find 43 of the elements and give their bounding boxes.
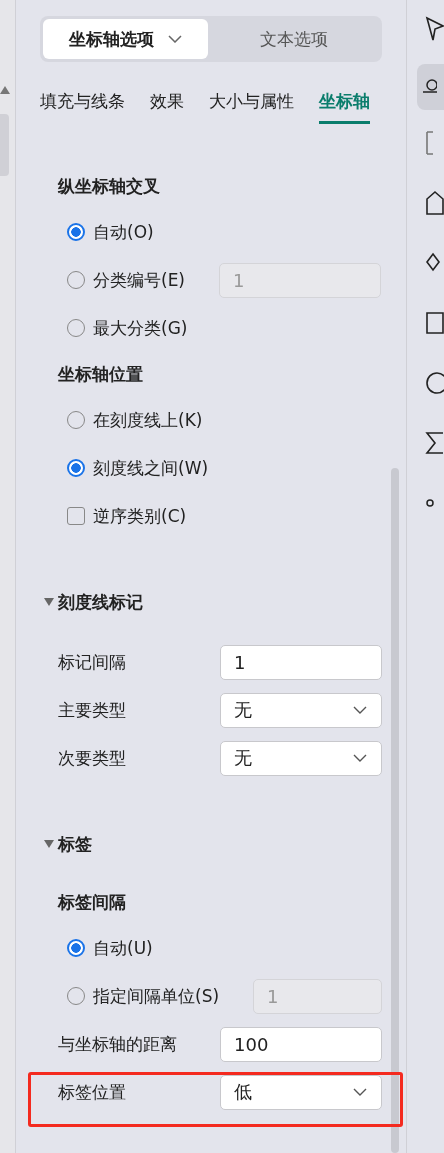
collapse-triangle-icon[interactable]: [44, 597, 54, 607]
radio-label[interactable]: 刻度线之间(W): [93, 456, 209, 480]
section-heading[interactable]: 标签: [58, 832, 92, 856]
segment-tab[interactable]: 文本选项: [208, 19, 379, 59]
dropdown[interactable]: 无: [220, 692, 382, 728]
radio-label[interactable]: 指定间隔单位(S): [93, 984, 220, 1008]
field-label: 标记间隔: [58, 650, 126, 674]
field-label: 主要类型: [58, 698, 126, 722]
field-label: 与坐标轴的距离: [58, 1032, 177, 1056]
chevron-down-icon: [353, 706, 367, 714]
radio-button[interactable]: [67, 459, 85, 477]
chevron-down-icon: [353, 1088, 367, 1096]
input-field[interactable]: 1: [220, 644, 382, 680]
group-heading: 标签间隔: [58, 890, 126, 914]
scrollbar-thumb[interactable]: [391, 468, 399, 1153]
radio-label[interactable]: 最大分类(G): [93, 316, 188, 340]
dropdown[interactable]: 无: [220, 740, 382, 776]
input-field[interactable]: 100: [220, 1026, 382, 1062]
radio-button[interactable]: [67, 939, 85, 957]
tab[interactable]: 坐标轴: [319, 86, 370, 124]
field-label: 次要类型: [58, 746, 126, 770]
group-heading: 纵坐标轴交叉: [58, 174, 160, 198]
group-heading: 坐标轴位置: [58, 362, 143, 386]
radio-label[interactable]: 在刻度线上(K): [93, 408, 203, 432]
tab[interactable]: 效果: [150, 86, 184, 124]
shape-icon[interactable]: [425, 190, 444, 216]
scroll-up-icon[interactable]: [0, 86, 10, 94]
radio-label[interactable]: 自动(U): [93, 936, 153, 960]
field-label: 标签位置: [58, 1080, 126, 1104]
checkbox-label[interactable]: 逆序类别(C): [93, 504, 187, 528]
tab[interactable]: 填充与线条: [40, 86, 125, 124]
segment-tab[interactable]: 坐标轴选项: [43, 19, 208, 59]
sigma-icon[interactable]: [425, 430, 444, 456]
cursor-icon[interactable]: [425, 16, 444, 42]
collapse-triangle-icon[interactable]: [44, 839, 54, 849]
tab[interactable]: 大小与属性: [209, 86, 294, 124]
dropdown[interactable]: 低: [220, 1074, 382, 1110]
radio-label[interactable]: 自动(O): [93, 220, 154, 244]
radio-button[interactable]: [67, 223, 85, 241]
checkbox[interactable]: [67, 507, 85, 525]
section-heading[interactable]: 刻度线标记: [58, 590, 143, 614]
radio-label[interactable]: 分类编号(E): [93, 268, 185, 292]
chevron-down-icon: [353, 754, 367, 762]
